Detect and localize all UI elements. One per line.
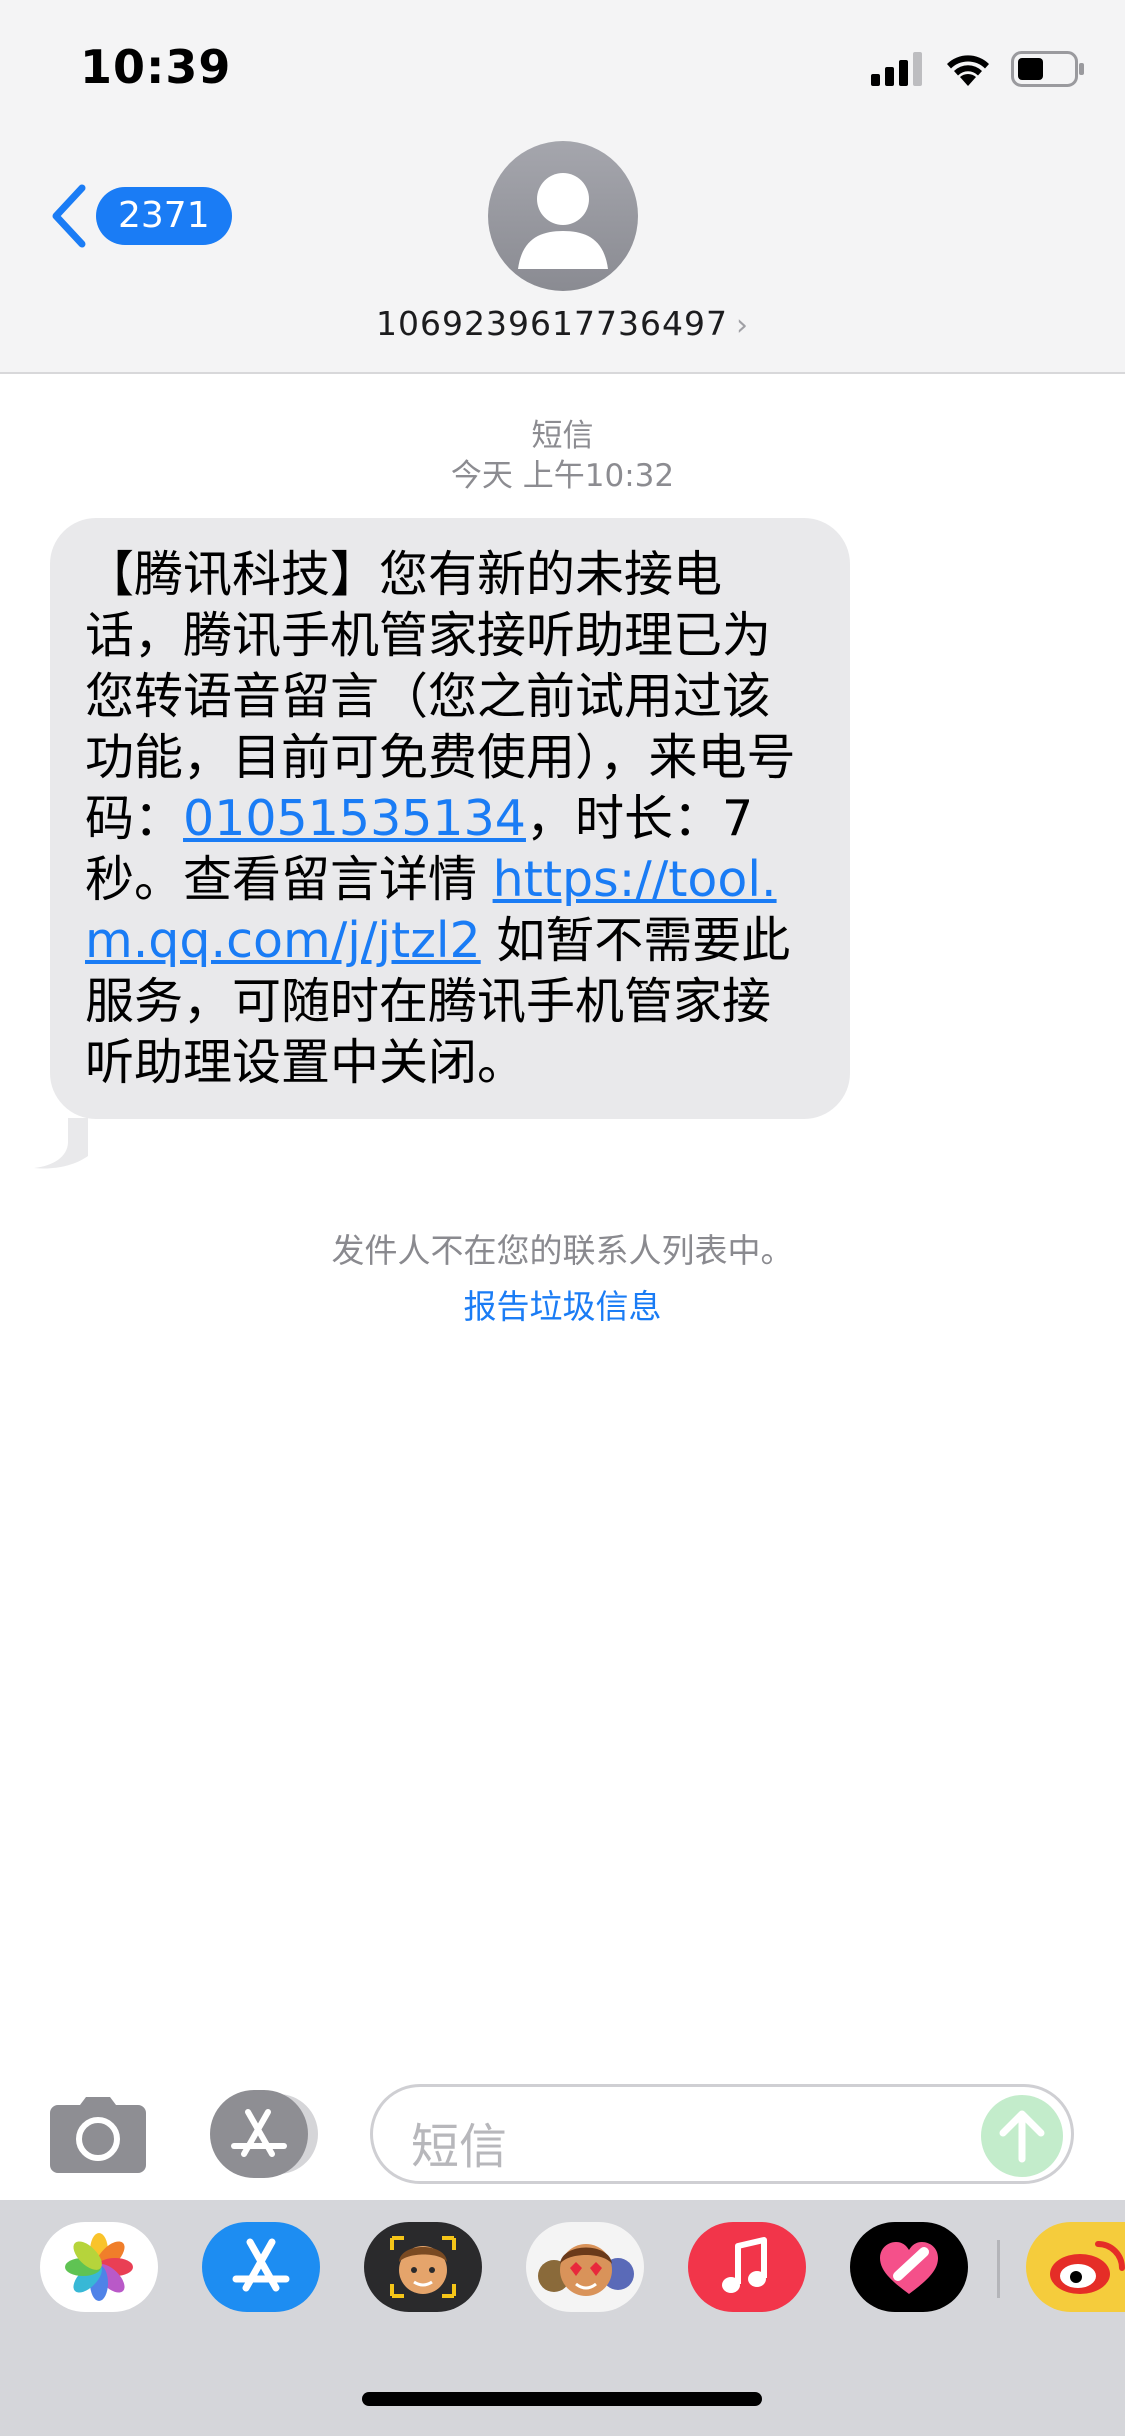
message-timestamp: 今天 上午10:32 [450, 458, 675, 494]
contact-details-button[interactable]: 1069239617736497 › [0, 304, 1125, 343]
battery-icon [1011, 51, 1084, 87]
chevron-right-icon: › [735, 308, 749, 343]
animoji-icon[interactable] [526, 2222, 644, 2312]
contact-avatar[interactable] [488, 141, 638, 291]
photos-icon[interactable] [40, 2222, 158, 2312]
report-junk-button[interactable]: 报告垃圾信息 [0, 1280, 1125, 1328]
weibo-icon[interactable] [1026, 2222, 1125, 2312]
message-input[interactable]: 短信 [370, 2084, 1074, 2184]
app-store-icon[interactable] [202, 2222, 320, 2312]
conversation-header: 10:39 2371 1069239617736497 › [0, 0, 1125, 374]
app-store-apps-button[interactable] [210, 2090, 318, 2178]
chevron-left-icon [52, 184, 86, 248]
status-icons [871, 48, 1085, 90]
input-placeholder: 短信 [411, 2119, 508, 2175]
camera-icon [50, 2097, 146, 2173]
message-service-label: 短信 [531, 418, 594, 454]
bubble-tail [34, 1118, 88, 1169]
unread-count-badge: 2371 [96, 187, 232, 245]
home-indicator[interactable] [362, 2392, 762, 2406]
app-store-icon [210, 2090, 318, 2178]
status-time: 10:39 [80, 40, 232, 94]
memoji-icon[interactable] [364, 2222, 482, 2312]
person-icon [518, 173, 608, 269]
wifi-icon [947, 55, 989, 86]
arrow-up-icon [999, 2110, 1045, 2163]
camera-button[interactable] [50, 2097, 146, 2173]
digital-touch-icon[interactable] [850, 2222, 968, 2312]
cellular-signal-icon [871, 52, 922, 86]
phone-number-link[interactable]: 01051535134 [183, 790, 526, 847]
send-button[interactable] [981, 2095, 1063, 2177]
contact-number: 1069239617736497 [376, 304, 728, 343]
back-button[interactable]: 2371 [50, 184, 232, 248]
drawer-divider [997, 2240, 1000, 2298]
music-icon[interactable] [688, 2222, 806, 2312]
message-bubble[interactable]: 【腾讯科技】您有新的未接电话，腾讯手机管家接听助理已为您转语音留言（您之前试用过… [50, 518, 850, 1119]
unknown-sender-notice: 发件人不在您的联系人列表中。 [331, 1231, 794, 1270]
